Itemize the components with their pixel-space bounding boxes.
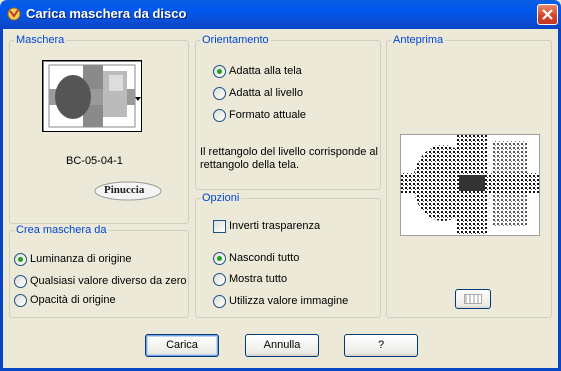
radio-nascondi-label[interactable]: Nascondi tutto — [229, 252, 299, 264]
pinuccia-logo: Pinuccia — [94, 181, 162, 201]
mask-thumbnail-image — [48, 64, 136, 128]
radio-mostra-label[interactable]: Mostra tutto — [229, 273, 287, 285]
radio-luminanza-label[interactable]: Luminanza di origine — [30, 253, 132, 265]
close-button[interactable] — [537, 4, 558, 25]
close-icon — [542, 9, 553, 20]
app-icon — [7, 7, 21, 21]
carica-button[interactable]: Carica — [145, 334, 219, 357]
radio-formato-attuale[interactable] — [213, 109, 226, 122]
dropdown-arrow-icon — [135, 97, 141, 101]
radio-adatta-livello[interactable] — [213, 87, 226, 100]
radio-nascondi[interactable] — [213, 252, 226, 265]
anteprima-legend: Anteprima — [393, 34, 444, 46]
preview-toggle-button[interactable] — [455, 289, 491, 309]
opzioni-legend: Opzioni — [202, 192, 240, 204]
radio-adatta-livello-label[interactable]: Adatta al livello — [229, 87, 303, 99]
radio-qualsiasi-label[interactable]: Qualsiasi valore diverso da zero — [30, 275, 187, 287]
title-bar: Carica maschera da disco — [0, 0, 561, 29]
mask-name-label: BC-05-04-1 — [66, 155, 123, 167]
preview-image — [400, 134, 540, 236]
radio-utilizza[interactable] — [213, 295, 226, 308]
radio-mostra[interactable] — [213, 273, 226, 286]
orientamento-description: Il rettangolo del livello corrisponde al… — [200, 146, 378, 171]
inverti-checkbox[interactable] — [213, 220, 226, 233]
crea-legend: Crea maschera da — [16, 224, 107, 236]
orientamento-legend: Orientamento — [202, 34, 269, 46]
radio-formato-attuale-label[interactable]: Formato attuale — [229, 109, 306, 121]
radio-opacita-label[interactable]: Opacità di origine — [30, 294, 116, 306]
radio-utilizza-label[interactable]: Utilizza valore immagine — [229, 295, 348, 307]
radio-opacita[interactable] — [14, 294, 27, 307]
inverti-label[interactable]: Inverti trasparenza — [229, 220, 320, 232]
radio-qualsiasi[interactable] — [14, 275, 27, 288]
mask-thumbnail-button[interactable] — [42, 60, 142, 132]
pinuccia-logo-text: Pinuccia — [104, 184, 145, 196]
preview-toggle-icon — [464, 294, 482, 305]
radio-luminanza[interactable] — [14, 253, 27, 266]
help-button[interactable]: ? — [344, 334, 418, 357]
radio-adatta-tela[interactable] — [213, 65, 226, 78]
radio-adatta-tela-label[interactable]: Adatta alla tela — [229, 65, 302, 77]
window-title: Carica maschera da disco — [26, 6, 187, 21]
maschera-legend: Maschera — [16, 34, 65, 46]
annulla-button[interactable]: Annulla — [245, 334, 319, 357]
